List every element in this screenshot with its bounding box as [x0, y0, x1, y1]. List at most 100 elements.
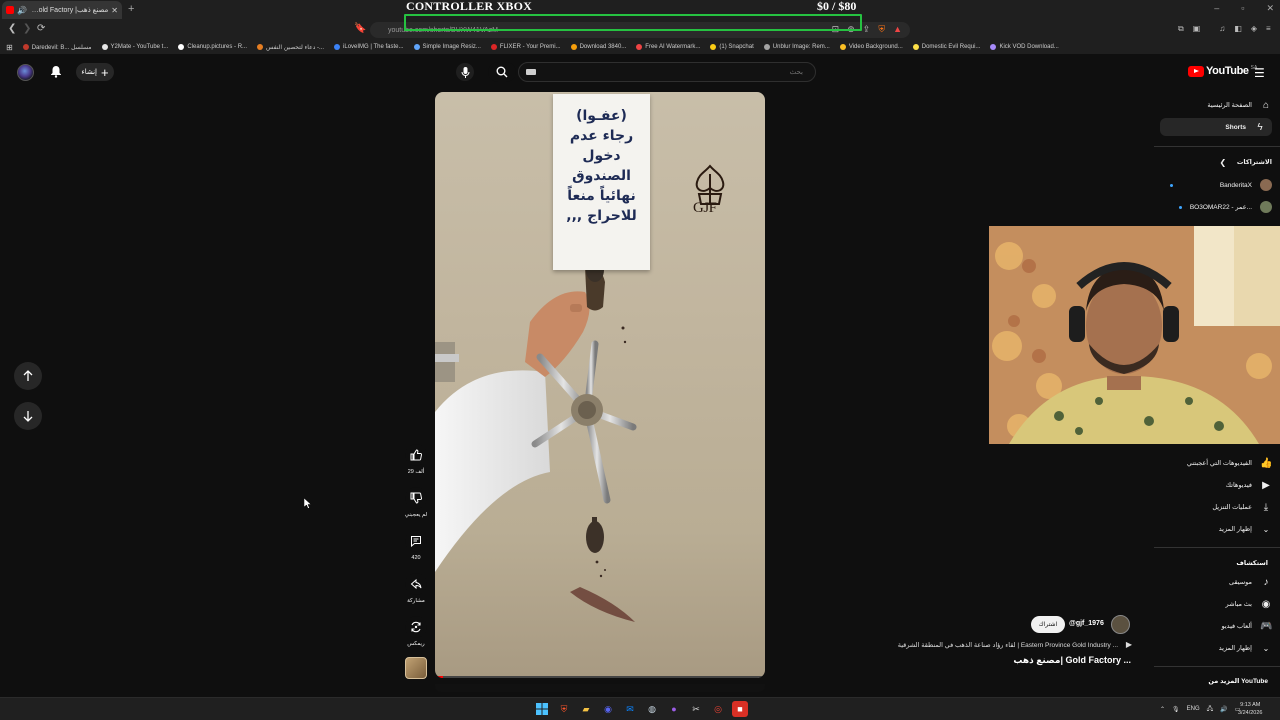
- notifications-bell-icon[interactable]: [50, 65, 62, 81]
- bookmark-item[interactable]: Download 3840...: [570, 44, 626, 50]
- windows-start-icon[interactable]: [534, 701, 550, 717]
- comments-button[interactable]: 420: [400, 530, 432, 561]
- sidebar-item-subscriptions[interactable]: ❮ الاشتراكات: [1217, 153, 1273, 171]
- menu-dots-icon[interactable]: ≡: [1266, 24, 1271, 34]
- previous-short-button[interactable]: [14, 362, 42, 390]
- audio-icon[interactable]: 🔊: [17, 6, 27, 15]
- bookmark-item[interactable]: Video Background...: [839, 44, 903, 50]
- voice-search-mic-icon[interactable]: [456, 63, 474, 81]
- overlay-goal-title: CONTROLLER XBOX: [406, 0, 533, 13]
- bookmark-favicon-icon: [101, 44, 108, 50]
- bookmark-item[interactable]: Cleanup.pictures - R...: [178, 44, 247, 50]
- mail-icon[interactable]: ✉: [622, 701, 638, 717]
- tray-overflow-icon[interactable]: ⌃: [1160, 706, 1165, 713]
- system-clock[interactable]: 9:13 AM 3/24/2026: [1238, 701, 1262, 717]
- bookmark-item[interactable]: Kick VOD Download...: [990, 44, 1059, 50]
- capcut-icon[interactable]: ✂: [688, 701, 704, 717]
- file-explorer-icon[interactable]: ▰: [578, 701, 594, 717]
- close-tab-icon[interactable]: ✕: [111, 6, 118, 15]
- chrome-icon[interactable]: ◎: [710, 701, 726, 717]
- share-icon: [405, 573, 427, 595]
- browser-tab[interactable]: 🔊 مصنع ذهب| Gold Factory ... ✕: [2, 1, 122, 19]
- brave-shield-icon[interactable]: ⛨: [878, 24, 885, 35]
- bookmark-item[interactable]: Y2Mate - YouTube t...: [101, 44, 168, 50]
- language-indicator[interactable]: ENG: [1187, 706, 1200, 712]
- youtube-logo[interactable]: YouTube SA: [1188, 65, 1257, 77]
- bookmark-item[interactable]: Domestic Evil Requi...: [912, 44, 980, 50]
- search-input[interactable]: [518, 62, 816, 82]
- bookmark-favicon-icon: [257, 44, 264, 50]
- shorts-video-player[interactable]: (عفـوا) رجاء عدم دخول الصندوق نهائياً منعاً…: [435, 92, 765, 678]
- remix-button[interactable]: ريمكس: [400, 616, 432, 647]
- subscribe-button[interactable]: اشتراك: [1031, 616, 1065, 633]
- brave-rewards-icon[interactable]: ▲: [893, 24, 902, 35]
- dislike-button[interactable]: لم يعجبني: [400, 487, 432, 518]
- sidebar-section-more-from-youtube: المزيد من YouTube: [1208, 678, 1268, 685]
- window-controls: – ▫ ✕: [1214, 3, 1274, 14]
- network-icon[interactable]: 🖧: [1207, 704, 1214, 714]
- bookmark-item[interactable]: Daredevil: B... مسلسل: [22, 44, 92, 51]
- sound-thumbnail[interactable]: [405, 657, 427, 679]
- channel-handle[interactable]: @gjf_1976: [1069, 620, 1104, 627]
- discord-icon[interactable]: ◉: [600, 701, 616, 717]
- guide-menu-icon[interactable]: ☰: [1254, 66, 1265, 80]
- bookmark-label: Kick VOD Download...: [999, 44, 1059, 50]
- bookmark-icon[interactable]: 🔖: [354, 23, 366, 34]
- volume-icon[interactable]: 🔊: [1220, 706, 1227, 713]
- bookmark-item[interactable]: دعاء لتحصين النفس -...: [257, 44, 324, 51]
- bookmark-item[interactable]: Simple Image Resiz...: [413, 44, 481, 50]
- like-button[interactable]: 29 ألف: [400, 444, 432, 475]
- sidebar-item-label: ألعاب فيديو: [1221, 623, 1252, 630]
- keyboard-icon[interactable]: [526, 69, 536, 75]
- maximize-icon[interactable]: ▫: [1241, 3, 1244, 14]
- video-description-line[interactable]: لقاء رؤاد صناعة الذهب في المنطقة الشرقية…: [892, 640, 1132, 649]
- share-button[interactable]: مشاركة: [400, 573, 432, 604]
- sidebar-item-live[interactable]: بث مباشر ◉: [1226, 595, 1272, 613]
- steam-icon[interactable]: ◍: [644, 701, 660, 717]
- sidebar-item-music[interactable]: موسيقى ♪: [1229, 573, 1272, 591]
- bookmark-item[interactable]: FLIXER - Your Premi...: [490, 44, 561, 50]
- apps-grid-icon[interactable]: ⊞: [6, 43, 13, 52]
- extension-icon-3[interactable]: ♫: [1219, 24, 1225, 34]
- sidebar-item-gaming[interactable]: ألعاب فيديو 🎮: [1221, 617, 1273, 635]
- sidebar-channel-banderitax[interactable]: BanderitaX: [1170, 176, 1272, 194]
- account-avatar[interactable]: [17, 64, 34, 81]
- bookmark-item[interactable]: Unblur Image: Rem...: [763, 44, 830, 50]
- app-purple-icon[interactable]: ●: [666, 701, 682, 717]
- sidebar-item-show-more-explore[interactable]: إظهار المزيد ⌄: [1219, 639, 1272, 657]
- back-icon[interactable]: ❮: [8, 23, 16, 34]
- forward-icon[interactable]: ❯: [23, 23, 31, 34]
- video-progress-bar[interactable]: [435, 676, 765, 678]
- next-short-button[interactable]: [14, 402, 42, 430]
- video-title[interactable]: مصنع ذهب| Gold Factory ...: [990, 655, 1131, 666]
- channel-avatar[interactable]: [1111, 615, 1130, 634]
- sidebar-item-liked-videos[interactable]: الفيديوهات التي أعجبتني 👍: [1187, 454, 1273, 472]
- sidebar-item-your-videos[interactable]: فيديوهاتك ▶: [1226, 476, 1272, 494]
- taskbar-apps: ⛨ ▰ ◉ ✉ ◍ ● ✂ ◎ ■: [534, 701, 748, 717]
- sign-line: دخول الصندوق: [572, 148, 631, 184]
- microphone-tray-icon[interactable]: 🎙: [1172, 706, 1180, 713]
- create-button[interactable]: إنشاء +: [76, 63, 114, 81]
- search-button[interactable]: [488, 62, 516, 82]
- remix-icon: [405, 616, 427, 638]
- new-tab-icon[interactable]: +: [128, 3, 134, 15]
- extension-icon-1[interactable]: ⧉: [1178, 24, 1184, 34]
- bookmark-item[interactable]: iLoveIMG | The faste...: [334, 44, 404, 50]
- extension-icon-2[interactable]: ▣: [1193, 24, 1201, 34]
- wallet-icon[interactable]: ◈: [1251, 24, 1257, 34]
- sidebar-toggle-icon[interactable]: ◧: [1234, 24, 1242, 34]
- minimize-icon[interactable]: –: [1214, 3, 1219, 14]
- sidebar-item-show-more[interactable]: إظهار المزيد ⌄: [1219, 520, 1272, 538]
- obs-recording-icon[interactable]: ■: [732, 701, 748, 717]
- sidebar-item-home[interactable]: الصفحة الرئيسية ⌂: [1207, 96, 1272, 114]
- share-page-icon[interactable]: ⇪: [863, 24, 871, 35]
- bookmark-item[interactable]: Free AI Watermark...: [636, 44, 700, 50]
- reload-icon[interactable]: ⟳: [37, 23, 45, 34]
- bookmark-favicon-icon: [178, 44, 185, 50]
- close-window-icon[interactable]: ✕: [1266, 3, 1274, 14]
- bookmark-item[interactable]: (1) Snapchat: [710, 44, 754, 50]
- sidebar-channel-bo3omar22[interactable]: BO3OMAR22 - عمر...: [1170, 198, 1272, 216]
- sidebar-item-downloads[interactable]: عمليات التنزيل ⤓: [1212, 498, 1272, 516]
- sidebar-item-shorts[interactable]: Shorts ϟ: [1160, 118, 1272, 136]
- brave-browser-icon[interactable]: ⛨: [556, 701, 572, 717]
